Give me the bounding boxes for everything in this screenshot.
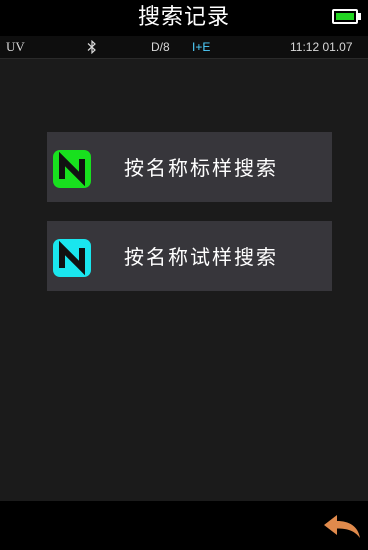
menu-item-sample-search[interactable]: 按名称试样搜索 bbox=[47, 221, 332, 291]
screen: 搜索记录 UV D/8 I+E 11:12 01.07 按名称标样搜索 按名称试… bbox=[0, 0, 368, 550]
battery-icon bbox=[332, 9, 358, 24]
specular-mode-indicator: I+E bbox=[192, 40, 211, 54]
bottom-bar bbox=[0, 501, 368, 550]
datetime-display: 11:12 01.07 bbox=[290, 40, 353, 54]
standard-icon bbox=[53, 150, 91, 188]
bluetooth-glyph bbox=[87, 39, 96, 55]
menu-item-label: 按名称标样搜索 bbox=[124, 156, 278, 180]
page-title: 搜索记录 bbox=[137, 5, 230, 30]
battery-cap bbox=[358, 13, 361, 20]
light-mode-indicator: UV bbox=[6, 39, 25, 54]
sample-icon bbox=[53, 239, 91, 277]
status-bar: UV D/8 I+E 11:12 01.07 bbox=[0, 36, 368, 59]
menu-item-label: 按名称试样搜索 bbox=[124, 245, 278, 269]
title-bar: 搜索记录 bbox=[0, 0, 368, 36]
battery-level bbox=[336, 13, 354, 20]
back-arrow-icon[interactable] bbox=[322, 513, 362, 541]
bluetooth-icon bbox=[87, 39, 97, 57]
menu-item-standard-search[interactable]: 按名称标样搜索 bbox=[47, 132, 332, 202]
geometry-indicator: D/8 bbox=[151, 40, 170, 54]
